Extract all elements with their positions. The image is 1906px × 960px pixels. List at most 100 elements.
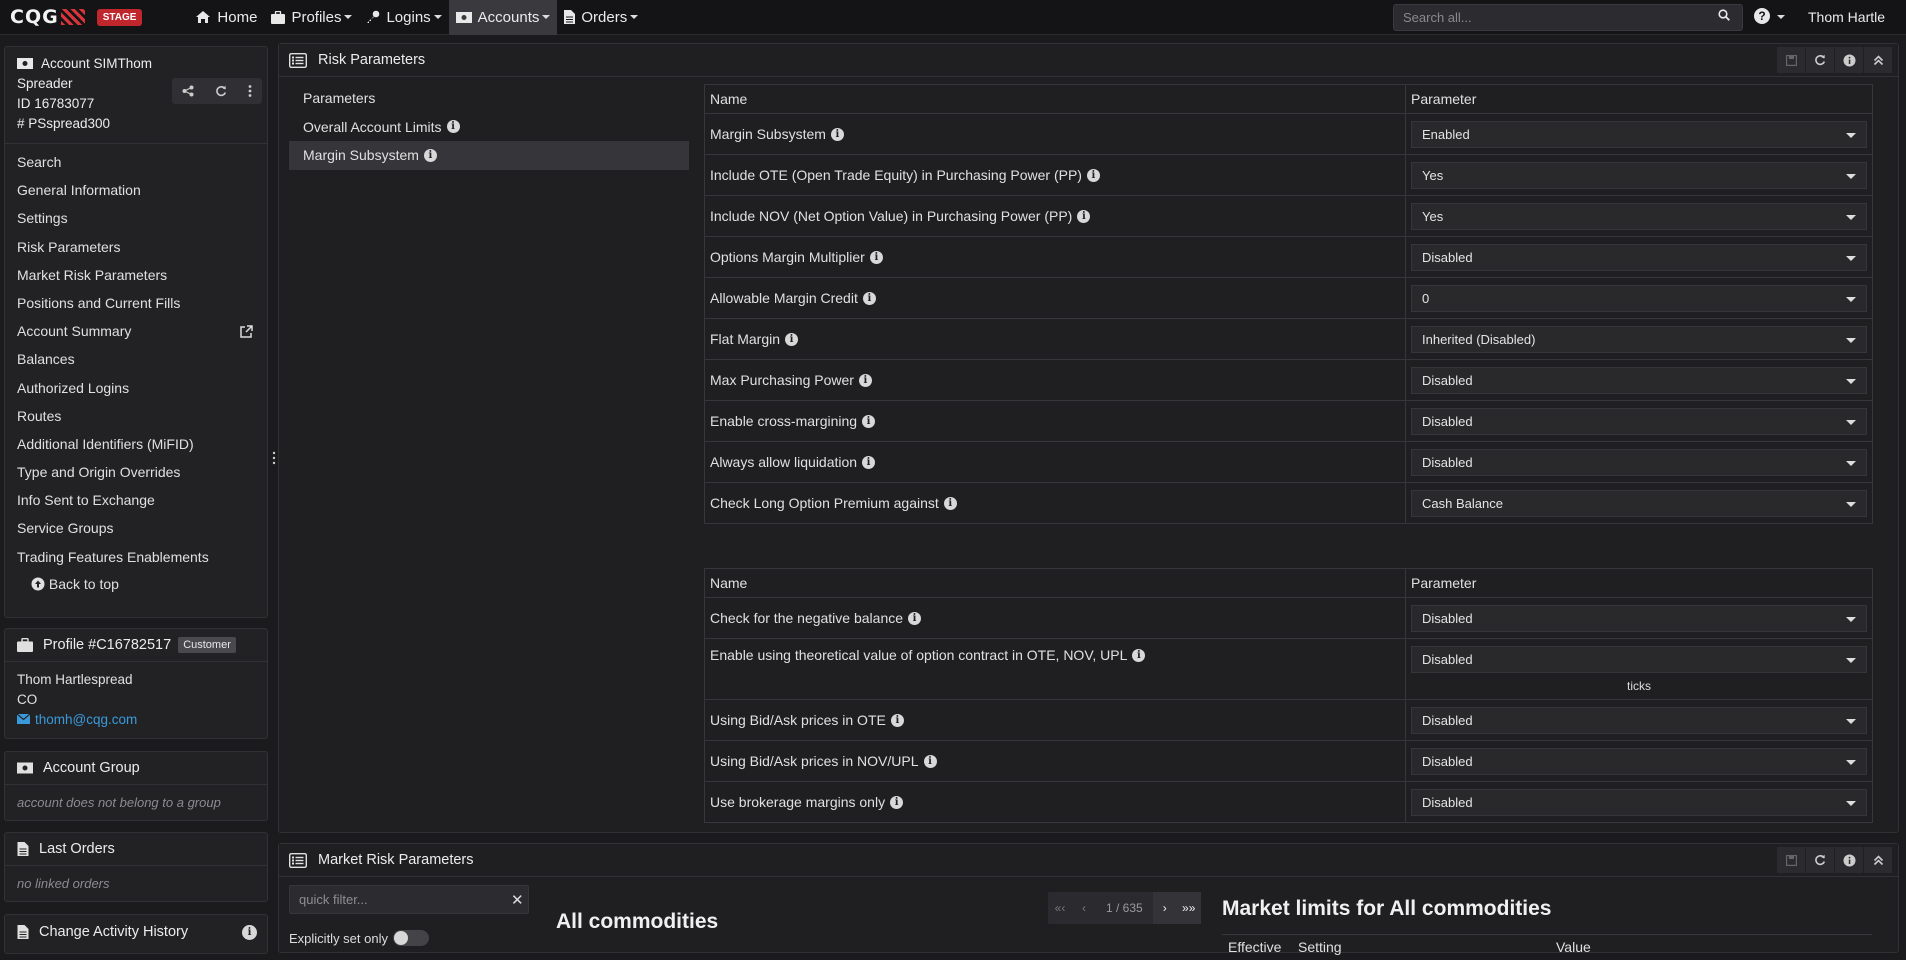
resize-handle-icon[interactable] [272, 450, 276, 466]
save-icon[interactable] [1777, 847, 1805, 873]
table-row: Options Margin Multiplier i Disabled [704, 236, 1873, 278]
info-icon[interactable]: i [923, 754, 937, 768]
search-icon[interactable] [1718, 9, 1730, 21]
sidebar-item-authorized-logins[interactable]: Authorized Logins [5, 374, 267, 402]
info-icon[interactable]: i [446, 120, 460, 134]
options-margin-multiplier-select[interactable]: Disabled [1411, 243, 1867, 271]
subnav-overall-account-limits[interactable]: Overall Account Limits i [289, 113, 689, 142]
include-nov-select[interactable]: Yes [1411, 202, 1867, 230]
profile-state: CO [17, 692, 38, 707]
flat-margin-select[interactable]: Inherited (Disabled) [1411, 325, 1867, 353]
quick-filter-input[interactable] [289, 885, 529, 914]
nav-orders[interactable]: Orders [557, 0, 645, 35]
info-icon[interactable]: i [869, 250, 883, 264]
select-value: Disabled [1422, 610, 1473, 626]
select-value: Cash Balance [1422, 495, 1503, 511]
select-value: Inherited (Disabled) [1422, 331, 1536, 347]
nav-profiles[interactable]: Profiles [264, 0, 359, 35]
info-icon[interactable] [1835, 847, 1863, 873]
next-page-button[interactable]: › [1152, 892, 1177, 924]
info-icon[interactable]: i [1132, 648, 1146, 662]
external-link-icon[interactable] [240, 325, 253, 338]
info-icon[interactable]: i [908, 611, 922, 625]
info-icon[interactable]: i [1086, 168, 1100, 182]
sidebar-item-search[interactable]: Search [5, 148, 267, 176]
profile-title[interactable]: Profile #C16782517 [43, 637, 171, 653]
sidebar-item-additional-identifiers[interactable]: Additional Identifiers (MiFID) [5, 430, 267, 458]
info-icon[interactable]: i [862, 414, 876, 428]
last-page-button[interactable]: »» [1176, 892, 1201, 924]
explicit-toggle[interactable] [392, 930, 429, 946]
nav-home[interactable]: Home [188, 0, 264, 35]
info-icon[interactable]: i [890, 795, 904, 809]
subnav-parameters[interactable]: Parameters [289, 84, 689, 113]
info-icon[interactable] [1835, 47, 1863, 73]
first-page-button[interactable]: «‹ [1048, 892, 1072, 924]
collapse-icon[interactable] [1864, 47, 1892, 73]
margin-subsystem-select[interactable]: Enabled [1411, 120, 1867, 148]
collapse-icon[interactable] [1864, 847, 1892, 873]
share-icon[interactable] [182, 85, 194, 97]
param-name: Flat Margin [710, 331, 781, 347]
nav-logins[interactable]: Logins [359, 0, 448, 35]
param-name: Use brokerage margins only [710, 794, 886, 810]
sidebar-item-routes[interactable]: Routes [5, 402, 267, 430]
refresh-icon[interactable] [1806, 47, 1834, 73]
info-icon[interactable]: i [890, 713, 904, 727]
negative-balance-select[interactable]: Disabled [1411, 604, 1867, 632]
help-icon[interactable]: ? [1754, 8, 1770, 24]
account-panel: Account SIMThom Spreader ID 16783077 # P… [4, 46, 268, 618]
chevron-down-icon [1846, 337, 1856, 343]
save-icon[interactable] [1777, 47, 1805, 73]
back-to-top-link[interactable]: Back to top [5, 571, 267, 605]
sidebar-item-account-summary[interactable]: Account Summary [5, 317, 267, 345]
bid-ask-nov-upl-select[interactable]: Disabled [1411, 747, 1867, 775]
bid-ask-ote-select[interactable]: Disabled [1411, 706, 1867, 734]
close-icon[interactable]: ✕ [511, 891, 524, 909]
allowable-margin-credit-select[interactable]: 0 [1411, 284, 1867, 312]
info-icon[interactable]: i [943, 496, 957, 510]
info-icon[interactable]: i [862, 291, 876, 305]
nav-accounts[interactable]: Accounts [448, 0, 558, 35]
max-purchasing-power-select[interactable]: Disabled [1411, 366, 1867, 394]
brokerage-margins-only-select[interactable]: Disabled [1411, 788, 1867, 816]
sidebar-item-info-sent-exchange[interactable]: Info Sent to Exchange [5, 486, 267, 514]
info-icon[interactable]: i [830, 127, 844, 141]
info-icon[interactable]: i [858, 373, 872, 387]
prev-page-button[interactable]: ‹ [1072, 892, 1096, 924]
search-input[interactable] [1393, 4, 1743, 31]
table-row: Enable cross-margining i Disabled [704, 400, 1873, 442]
cross-margining-select[interactable]: Disabled [1411, 407, 1867, 435]
info-icon[interactable]: i [1077, 209, 1091, 223]
profile-header: Profile #C16782517 Customer [5, 629, 267, 662]
sidebar-item-market-risk-parameters[interactable]: Market Risk Parameters [5, 261, 267, 289]
sidebar-item-settings[interactable]: Settings [5, 204, 267, 232]
sidebar-item-risk-parameters[interactable]: Risk Parameters [5, 233, 267, 261]
sidebar-item-service-groups[interactable]: Service Groups [5, 514, 267, 542]
refresh-icon[interactable] [1806, 847, 1834, 873]
user-menu[interactable]: Thom Hartle [1808, 9, 1885, 25]
refresh-icon[interactable] [215, 85, 227, 97]
sidebar-item-general-information[interactable]: General Information [5, 176, 267, 204]
include-ote-select[interactable]: Yes [1411, 161, 1867, 189]
theoretical-value-select[interactable]: Disabled [1411, 646, 1867, 673]
help-chevron-down-icon[interactable] [1777, 15, 1785, 19]
info-icon[interactable]: i [242, 925, 257, 940]
sidebar-item-trading-features[interactable]: Trading Features Enablements [5, 543, 267, 571]
sidebar-item-type-origin-overrides[interactable]: Type and Origin Overrides [5, 458, 267, 486]
info-icon[interactable]: i [423, 148, 437, 162]
param-name: Always allow liquidation [710, 454, 858, 470]
info-icon[interactable]: i [785, 332, 799, 346]
always-allow-liquidation-select[interactable]: Disabled [1411, 448, 1867, 476]
sidebar-item-balances[interactable]: Balances [5, 345, 267, 373]
info-icon[interactable]: i [862, 455, 876, 469]
check-long-option-premium-select[interactable]: Cash Balance [1411, 489, 1867, 517]
param-name: Max Purchasing Power [710, 372, 854, 388]
sidebar-item-positions[interactable]: Positions and Current Fills [5, 289, 267, 317]
more-vertical-icon[interactable] [248, 85, 252, 97]
cqg-logo[interactable]: CQG [10, 6, 85, 28]
account-title-line1: Account SIMThom [41, 56, 153, 71]
select-value: Yes [1422, 167, 1444, 183]
profile-email-link[interactable]: thomh@cqg.com [35, 712, 137, 727]
subnav-margin-subsystem[interactable]: Margin Subsystem i [289, 141, 689, 170]
